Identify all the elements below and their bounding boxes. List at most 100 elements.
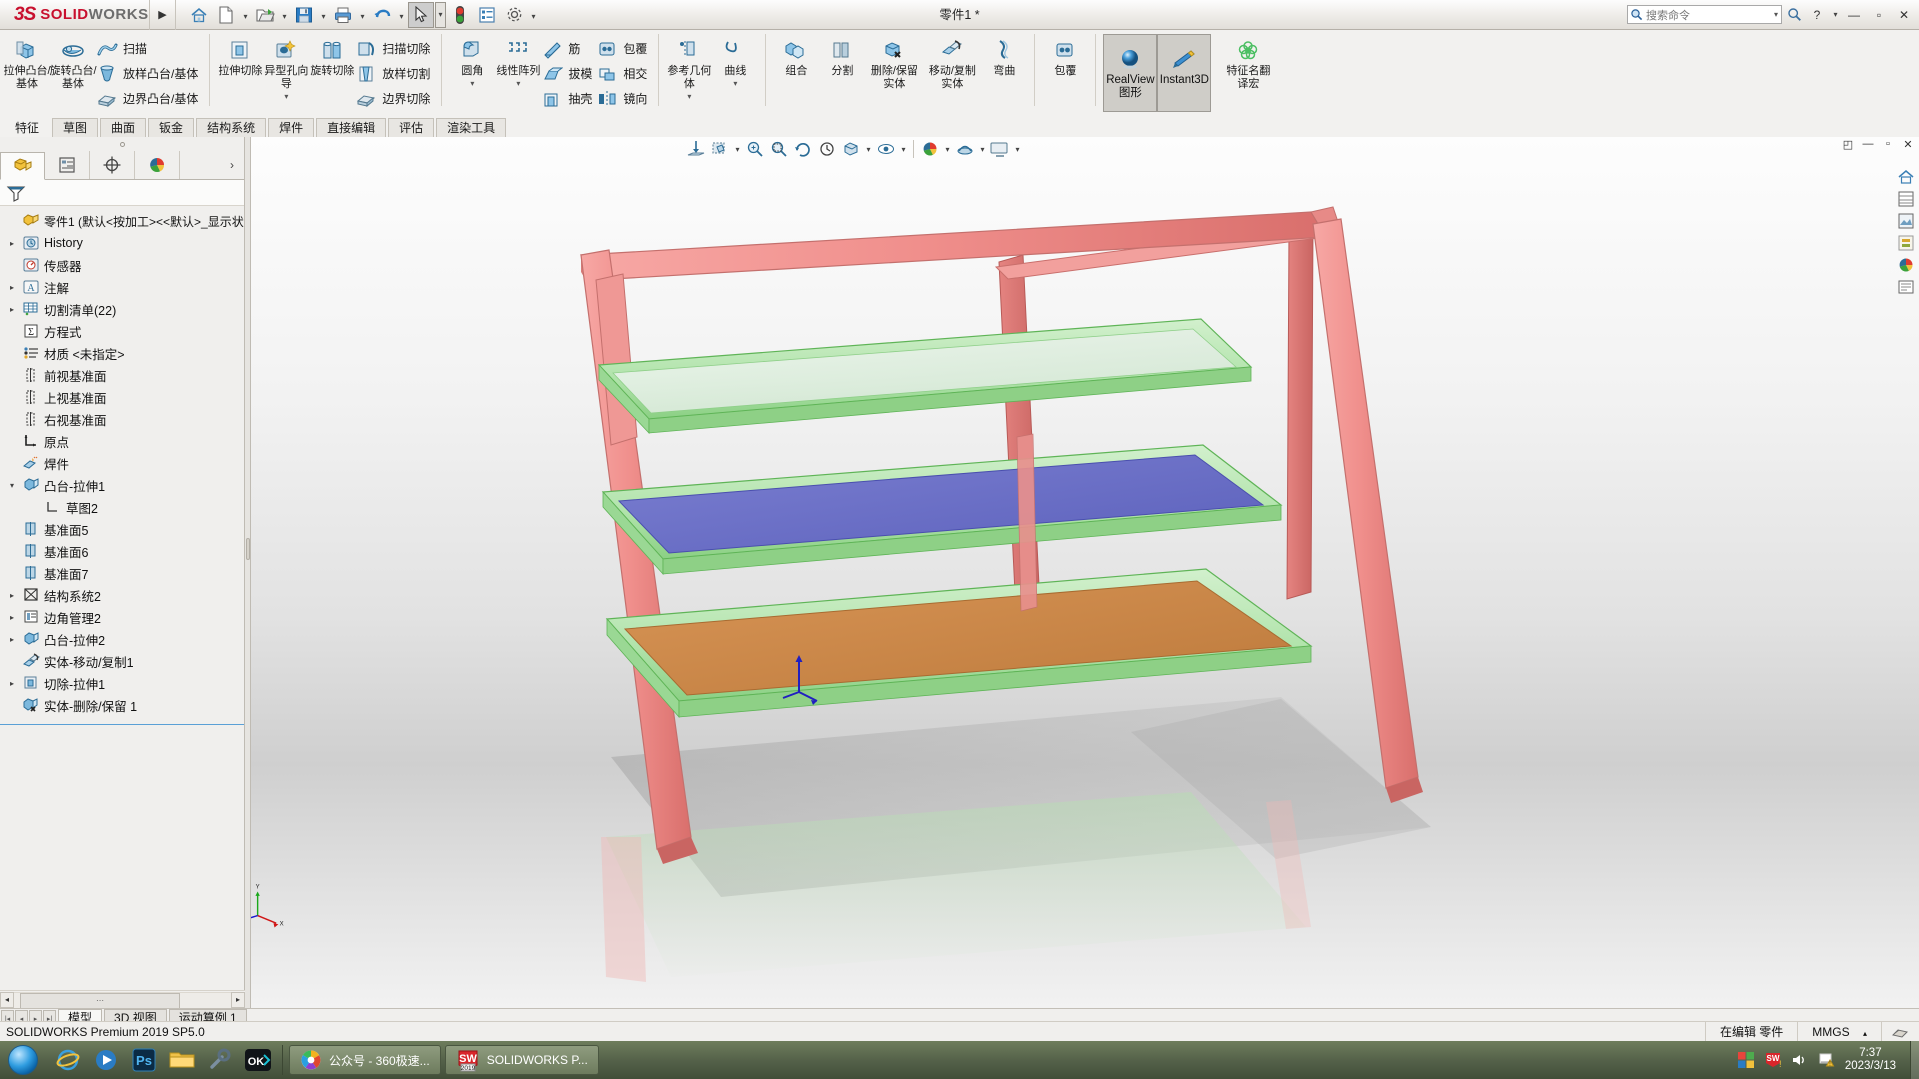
tree-expander[interactable]: ▸: [4, 635, 20, 644]
boundary-cut-button[interactable]: 边界切除: [355, 87, 434, 110]
reference-geometry-button[interactable]: 参考几何体 ▾: [666, 33, 712, 101]
fillet-dropdown[interactable]: ▾: [470, 79, 474, 88]
tree-row-right-plane[interactable]: 右视基准面: [0, 408, 244, 430]
hole-wizard-dropdown[interactable]: ▾: [284, 92, 288, 101]
tree-row-equations[interactable]: Σ 方程式: [0, 320, 244, 342]
realview-toggle[interactable]: RealView 图形: [1103, 34, 1157, 112]
tree-row-front-plane[interactable]: 前视基准面: [0, 364, 244, 386]
wrap-big-button[interactable]: 包覆: [1042, 33, 1088, 78]
tree-expander[interactable]: ▸: [4, 613, 20, 622]
rib-button[interactable]: 筋: [541, 37, 596, 60]
search-dropdown-icon[interactable]: ▾: [1774, 10, 1781, 19]
new-document-dropdown[interactable]: ▾: [240, 2, 251, 28]
minimize-button[interactable]: —: [1843, 4, 1865, 26]
zoom-area-icon[interactable]: [768, 138, 790, 160]
save-icon[interactable]: [291, 2, 317, 28]
tree-expander[interactable]: ▸: [4, 679, 20, 688]
tab-structure-system[interactable]: 结构系统: [196, 118, 266, 137]
tree-row-root[interactable]: 零件1 (默认<按加工><<默认>_显示状: [0, 210, 244, 232]
search-command-box[interactable]: 搜索命令 ▾: [1627, 5, 1782, 24]
revolve-boss-button[interactable]: 旋转凸台/基体: [50, 33, 96, 91]
tree-row-cutlist[interactable]: ▸ 切割清单(22): [0, 298, 244, 320]
tree-row-sketch2[interactable]: 草图2: [0, 496, 244, 518]
view-orientation-dropdown[interactable]: ▾: [733, 138, 742, 160]
combine-button[interactable]: 组合: [773, 33, 819, 78]
zoom-to-fit-icon[interactable]: [744, 138, 766, 160]
tree-expander[interactable]: ▸: [4, 239, 20, 248]
settings-dropdown[interactable]: ▾: [528, 2, 539, 28]
panel-more-tabs[interactable]: ›: [220, 151, 244, 179]
decals-panel-icon[interactable]: [1895, 233, 1917, 253]
appearances-panel-icon[interactable]: [1895, 189, 1917, 209]
tree-row-structure-system2[interactable]: ▸ 结构系统2: [0, 584, 244, 606]
loft-boss-button[interactable]: 放样凸台/基体: [96, 62, 202, 85]
start-button[interactable]: [0, 1041, 46, 1079]
rotate-view-icon[interactable]: [792, 138, 814, 160]
colors-panel-icon[interactable]: [1895, 255, 1917, 275]
volume-icon[interactable]: [1791, 1051, 1809, 1069]
menu-expand-arrow[interactable]: ▶: [150, 0, 176, 30]
status-overlay-icon[interactable]: [1881, 1022, 1919, 1042]
open-document-dropdown[interactable]: ▾: [279, 2, 290, 28]
tree-expander[interactable]: ▸: [4, 283, 20, 292]
apply-scene-dropdown[interactable]: ▾: [943, 138, 952, 160]
reference-geometry-dropdown[interactable]: ▾: [687, 92, 691, 101]
loft-cut-button[interactable]: 放样切割: [355, 62, 434, 85]
help-button[interactable]: ?: [1806, 4, 1828, 26]
ie-icon[interactable]: [50, 1043, 86, 1077]
tab-surfaces[interactable]: 曲面: [100, 118, 146, 137]
tree-row-origin[interactable]: 原点: [0, 430, 244, 452]
move-copy-body-button[interactable]: 移动/复制实体: [923, 33, 981, 91]
rebuild-icon[interactable]: [447, 2, 473, 28]
tree-row-annotations[interactable]: ▸ A 注解: [0, 276, 244, 298]
doc-restore-button[interactable]: ▫: [1881, 138, 1895, 151]
action-center-icon[interactable]: !: [1818, 1051, 1836, 1069]
feature-manager-tab[interactable]: [0, 152, 45, 180]
scroll-right-button[interactable]: ▸: [231, 992, 245, 1008]
curves-button[interactable]: 曲线 ▾: [712, 33, 758, 88]
tree-filter-bar[interactable]: [0, 180, 244, 206]
tree-row-history[interactable]: ▸ History: [0, 232, 244, 254]
taskbar-item-360browser[interactable]: 公众号 - 360极速...: [289, 1045, 441, 1075]
tree-expander[interactable]: ▸: [4, 305, 20, 314]
tab-evaluate[interactable]: 评估: [388, 118, 434, 137]
open-document-icon[interactable]: [252, 2, 278, 28]
view-setting-icon[interactable]: [954, 138, 976, 160]
tree-expander[interactable]: ▸: [4, 591, 20, 600]
undo-dropdown[interactable]: ▾: [396, 2, 407, 28]
mirror-button[interactable]: 镜向: [596, 87, 651, 110]
tree-horizontal-scrollbar[interactable]: ◂ ⋯ ▸: [0, 990, 245, 1008]
draft-button[interactable]: 拔模: [541, 62, 596, 85]
solidworks-tray-icon[interactable]: SW!: [1764, 1051, 1782, 1069]
hide-show-dropdown[interactable]: ▾: [899, 138, 908, 160]
status-units[interactable]: MMGS ▴: [1797, 1022, 1881, 1042]
new-document-icon[interactable]: [213, 2, 239, 28]
scenes-panel-icon[interactable]: [1895, 211, 1917, 231]
tab-features[interactable]: 特征: [4, 118, 50, 137]
tree-row-material[interactable]: 材质 <未指定>: [0, 342, 244, 364]
tree-row-boss-extrude2[interactable]: ▸ 凸台-拉伸2: [0, 628, 244, 650]
options-list-icon[interactable]: [474, 2, 500, 28]
tree-row-cut-extrude1[interactable]: ▸ 切除-拉伸1: [0, 672, 244, 694]
section-view-icon[interactable]: [685, 138, 707, 160]
scroll-thumb[interactable]: ⋯: [20, 993, 180, 1009]
intersect-button[interactable]: 相交: [596, 62, 651, 85]
tab-sheetmetal[interactable]: 钣金: [148, 118, 194, 137]
tree-row-weldment[interactable]: 焊件: [0, 452, 244, 474]
taskbar-clock[interactable]: 7:37 2023/3/13: [1845, 1047, 1902, 1073]
display-manager-tab[interactable]: [135, 151, 180, 179]
configuration-manager-tab[interactable]: [90, 151, 135, 179]
view-setting-dropdown[interactable]: ▾: [978, 138, 987, 160]
boundary-boss-button[interactable]: 边界凸台/基体: [96, 87, 202, 110]
tree-row-plane6[interactable]: 基准面6: [0, 540, 244, 562]
help-dropdown[interactable]: ▾: [1831, 10, 1840, 19]
graphics-viewport[interactable]: ▾ ▾ ▾ ▾ ▾ ▾: [251, 137, 1919, 1008]
tree-row-corner-management2[interactable]: ▸ 边角管理2: [0, 606, 244, 628]
tree-row-plane7[interactable]: 基准面7: [0, 562, 244, 584]
hole-wizard-button[interactable]: 异型孔向导 ▾: [263, 33, 309, 101]
windows-flag-icon[interactable]: [1737, 1051, 1755, 1069]
extrude-boss-button[interactable]: 拉伸凸台/基体: [4, 33, 50, 91]
save-dropdown[interactable]: ▾: [318, 2, 329, 28]
show-desktop-button[interactable]: [1910, 1041, 1919, 1079]
home-icon[interactable]: [186, 2, 212, 28]
